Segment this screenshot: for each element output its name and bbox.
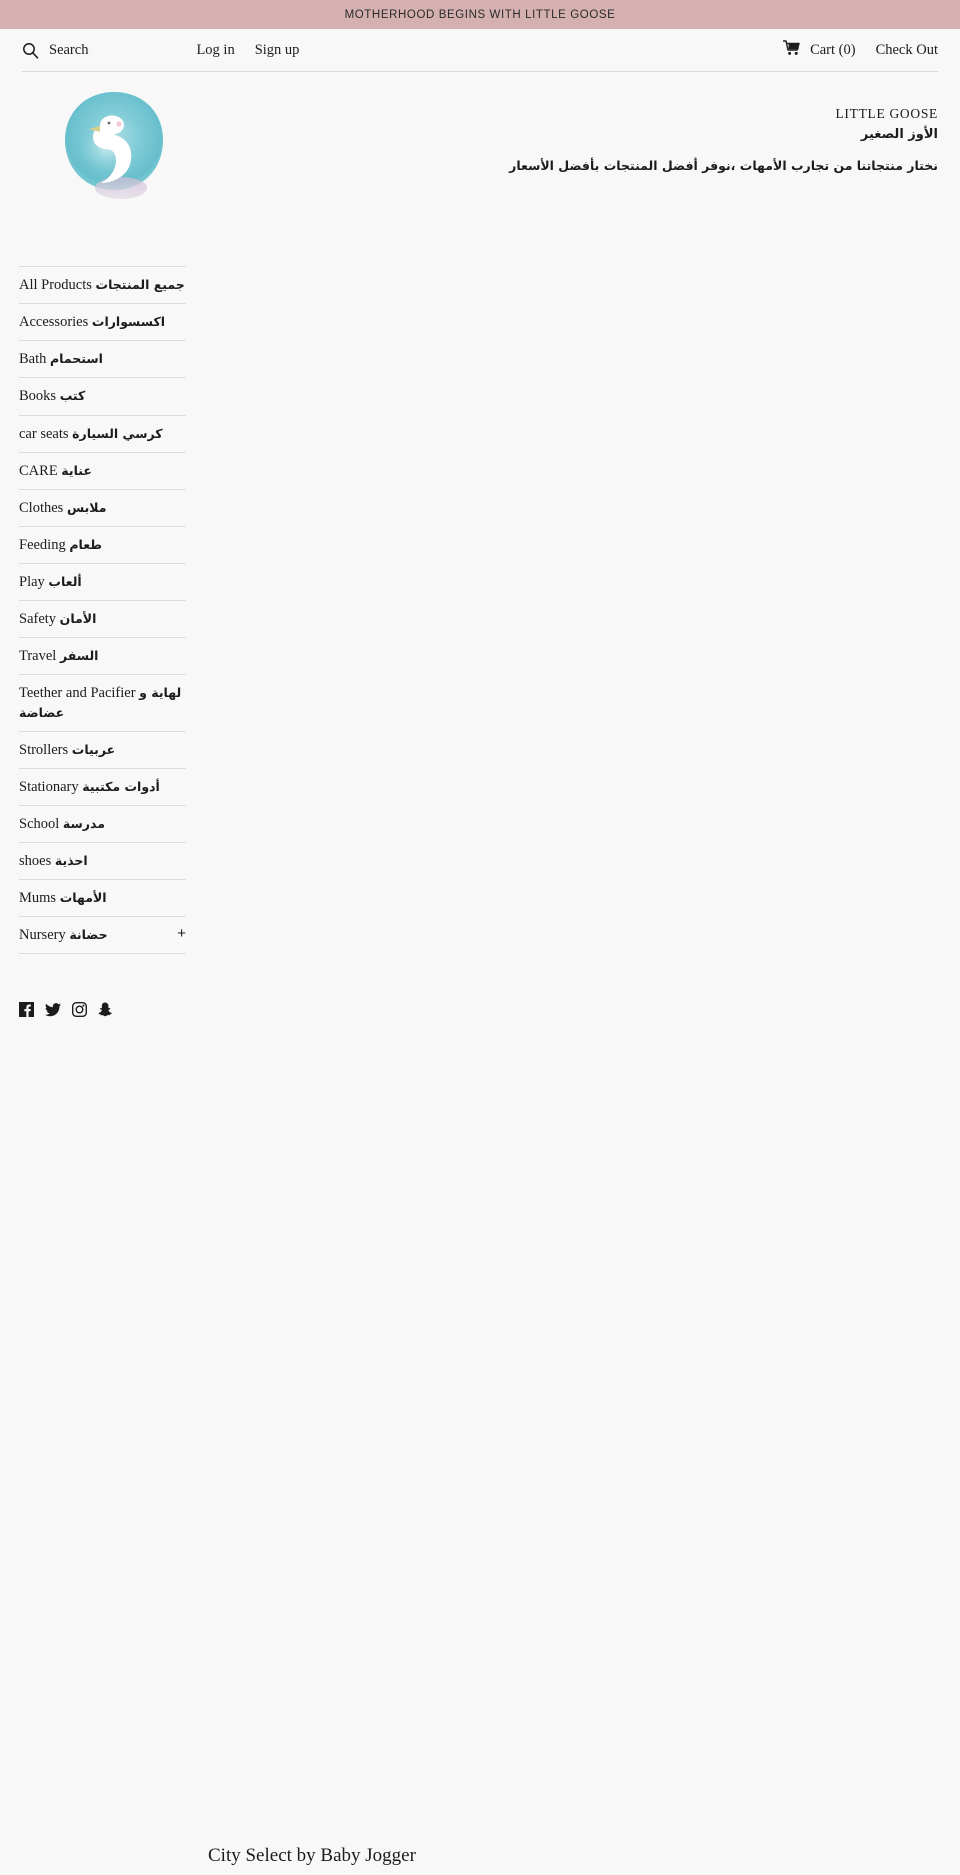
sidebar-item-label: Clothes ملابس — [19, 499, 107, 516]
twitter-icon[interactable] — [45, 1002, 61, 1017]
sidebar-item-books[interactable]: Books كتب — [19, 378, 186, 416]
sidebar-item-label-ar: مدرسة — [62, 815, 105, 831]
sidebar-item-label: car seats كرسي السيارة — [19, 425, 163, 442]
snapchat-icon[interactable] — [98, 1002, 112, 1017]
sidebar-item-mums[interactable]: Mums الأمهات — [19, 880, 186, 918]
brand-tagline-ar: نختار منتجاتنا من تجارب الأمهات ،نوفر أف… — [509, 158, 938, 174]
checkout-link[interactable]: Check Out — [876, 42, 938, 59]
sidebar-item-nursery[interactable]: Nursery حضانة + — [19, 917, 186, 955]
sidebar-item-school[interactable]: School مدرسة — [19, 806, 186, 843]
sidebar-item-label-ar: جميع المنتجات — [95, 277, 185, 292]
sidebar-item-shoes[interactable]: shoes احذية — [19, 843, 186, 881]
sidebar-item-label-ar: حضانة — [69, 927, 108, 943]
announcement-text: MOTHERHOOD BEGINS WITH LITTLE GOOSE — [344, 8, 616, 21]
sidebar-item-label-ar: كرسي السيارة — [72, 425, 163, 441]
announcement-bar: MOTHERHOOD BEGINS WITH LITTLE GOOSE — [0, 0, 960, 29]
sidebar-item-label-ar: استحمام — [50, 351, 103, 367]
signup-link[interactable]: Sign up — [255, 42, 300, 59]
utility-navbar: Search Log in Sign up Cart (0) Check Out — [0, 29, 960, 71]
sidebar-item-teether-and-pacifier[interactable]: Teether and Pacifier لهاية و عضاضة — [19, 675, 186, 732]
instagram-icon[interactable] — [72, 1002, 87, 1017]
swan-logo-icon — [65, 92, 163, 199]
sidebar-item-label-ar: ملابس — [66, 499, 107, 515]
sidebar-item-label: All Products جميع المنتجات — [19, 277, 185, 293]
sidebar-item-play[interactable]: Play ألعاب — [19, 564, 186, 602]
sidebar-item-label: CARE عناية — [19, 462, 92, 479]
sidebar-item-label: Teether and Pacifier لهاية و عضاضة — [19, 685, 182, 720]
sidebar-item-accessories[interactable]: Accessories اكسسوارات — [19, 304, 186, 342]
sidebar-item-label-ar: لهاية و عضاضة — [19, 685, 182, 720]
sidebar-item-care[interactable]: CARE عناية — [19, 453, 186, 490]
sidebar-item-label-ar: ألعاب — [48, 574, 82, 589]
facebook-icon[interactable] — [19, 1002, 34, 1017]
sidebar-item-label: Safety الأمان — [19, 611, 97, 628]
brand-block: LITTLE GOOSE الأوز الصغير نختار منتجاتنا… — [509, 104, 938, 176]
sidebar-item-label: Play ألعاب — [19, 574, 82, 590]
login-link[interactable]: Log in — [196, 42, 234, 59]
sidebar-item-label: School مدرسة — [19, 815, 105, 832]
sidebar-item-label-ar: اكسسوارات — [91, 314, 166, 330]
sidebar-item-label-ar: الأمان — [59, 611, 97, 627]
sidebar-item-stationary[interactable]: Stationary أدوات مكتبية — [19, 769, 186, 806]
search-button[interactable]: Search — [22, 42, 88, 59]
sidebar-item-label: Nursery حضانة — [19, 927, 108, 944]
sidebar-item-label-ar: كتب — [59, 388, 86, 404]
brand-name-ar: الأوز الصغير — [860, 126, 938, 142]
sidebar-item-bath[interactable]: Bath استحمام — [19, 341, 186, 379]
sidebar-item-feeding[interactable]: Feeding طعام — [19, 527, 186, 564]
product-title: City Select by Baby Jogger — [208, 1845, 416, 1866]
shopping-cart-icon — [782, 39, 801, 61]
sidebar-item-strollers[interactable]: Strollers عربيات — [19, 732, 186, 769]
search-label: Search — [49, 41, 89, 58]
utility-nav-left: Search Log in Sign up — [22, 42, 299, 59]
sidebar-item-label: Bath استحمام — [19, 351, 103, 368]
sidebar-item-label-ar: عربيات — [71, 741, 116, 757]
cart-button[interactable]: Cart (0) — [782, 39, 856, 61]
cart-label: Cart (0) — [810, 41, 856, 58]
masthead: LITTLE GOOSE الأوز الصغير نختار منتجاتنا… — [0, 72, 960, 224]
utility-nav-right: Cart (0) Check Out — [782, 29, 938, 71]
social-links — [19, 1002, 112, 1017]
search-icon — [22, 42, 39, 59]
sidebar-item-label: Travel السفر — [19, 648, 99, 665]
sidebar-item-all-products[interactable]: All Products جميع المنتجات — [19, 266, 186, 305]
sidebar-item-label: Stationary أدوات مكتبية — [19, 778, 160, 795]
site-logo[interactable] — [55, 84, 173, 202]
sidebar-item-safety[interactable]: Safety الأمان — [19, 601, 186, 639]
sidebar-item-clothes[interactable]: Clothes ملابس — [19, 490, 186, 527]
sidebar-navigation: All Products جميع المنتجات Accessories اك… — [19, 266, 186, 955]
sidebar-item-car-seats[interactable]: car seats كرسي السيارة — [19, 416, 186, 453]
sidebar-item-label-ar: احذية — [54, 853, 88, 868]
sidebar-item-label-ar: عناية — [61, 462, 92, 478]
sidebar-item-label: Feeding طعام — [19, 536, 103, 553]
brand-name-en: LITTLE GOOSE — [835, 106, 938, 121]
sidebar-item-label: Accessories اكسسوارات — [19, 314, 166, 331]
sidebar-item-label-ar: السفر — [59, 648, 99, 664]
sidebar-item-label-ar: طعام — [69, 536, 103, 552]
sidebar-item-label: Mums الأمهات — [19, 890, 107, 907]
sidebar-item-expand-toggle[interactable]: + — [177, 926, 186, 943]
sidebar-item-label-ar: أدوات مكتبية — [82, 778, 160, 794]
sidebar-item-travel[interactable]: Travel السفر — [19, 638, 186, 676]
sidebar-item-label: Strollers عربيات — [19, 741, 116, 758]
sidebar-item-label: shoes احذية — [19, 853, 88, 869]
sidebar-item-label-ar: الأمهات — [59, 890, 107, 906]
sidebar-item-label: Books كتب — [19, 388, 86, 405]
